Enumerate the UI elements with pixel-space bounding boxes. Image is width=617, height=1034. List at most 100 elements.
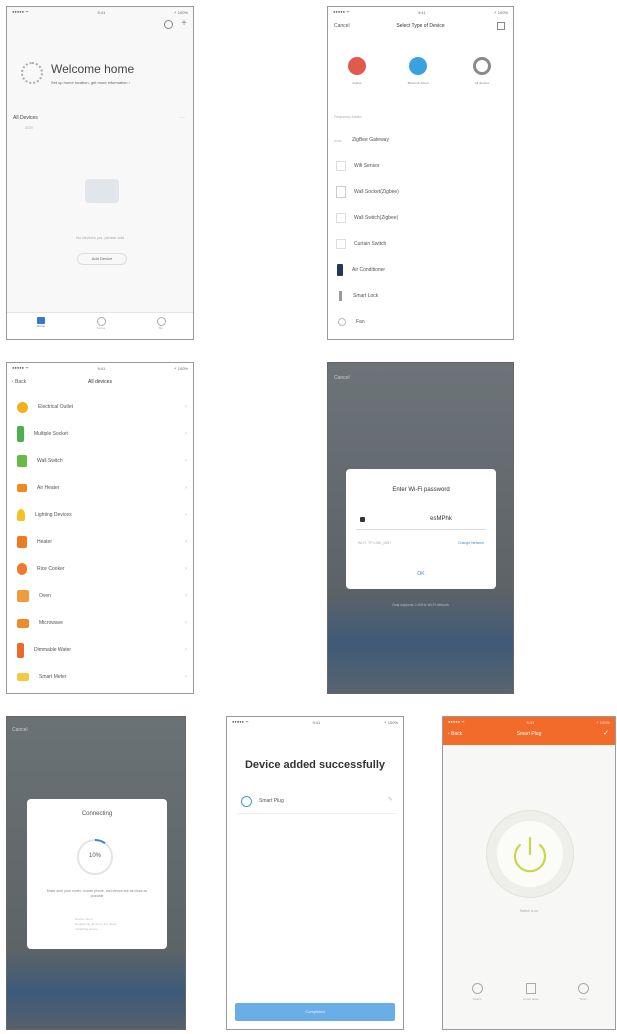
step-list: Device found Registering device to the c… (75, 917, 116, 932)
cancel-button[interactable]: Cancel (334, 375, 350, 381)
meter-icon (17, 673, 29, 681)
battery-indicator: ⚡ 100% (173, 9, 188, 15)
bottom-tab-bar: Home Scene Me (7, 312, 193, 339)
ok-button[interactable]: OK (346, 571, 496, 577)
list-item[interactable]: Smart Meter › (7, 665, 193, 689)
quick-category-zigbee[interactable]: Zigbee (342, 57, 372, 85)
fan-icon (338, 318, 346, 326)
location-link[interactable]: Set up home location, get more informati… (51, 80, 130, 85)
screen-all-devices: ●●●●● ᯤ 9:41 ⚡ 100% ‹ Back All devices E… (6, 362, 194, 694)
more-icon[interactable]: ··· (179, 115, 185, 121)
status-bar: ●●●●● ᯤ 9:41 ⚡ 100% (333, 9, 508, 15)
bottom-controls: Switch Count down Timer (443, 983, 615, 1013)
list-item[interactable]: Multiple Socket › (7, 422, 193, 446)
add-icon[interactable]: + (181, 18, 187, 29)
wifi-network-name: Wi-Fi: TP-LINK_0557 (358, 541, 392, 545)
wifi-note: Only supports 2.4GHz Wi-Fi network (392, 603, 449, 607)
bluetooth-icon (409, 57, 427, 75)
home-icon (37, 317, 45, 324)
list-item[interactable]: Heater › (7, 530, 193, 554)
empty-text: No devices yet, please add (75, 235, 125, 240)
screen-device-added: ●●●●● ᯤ 9:41 ⚡ 100% Device added success… (226, 716, 404, 1030)
list-item[interactable]: Wall Switch › (7, 449, 193, 473)
header-bar: ●●●●● ᯤ 9:41 ⚡ 100% ‹ Back Smart Plug ✓ (443, 717, 615, 745)
power-ring-outer[interactable] (487, 811, 573, 897)
quick-category-all-devices[interactable]: All devices (464, 57, 500, 85)
status-bar: ●●●●● ᯤ 9:41 ⚡ 100% (232, 719, 398, 725)
progress-text: 10% (88, 853, 101, 859)
connecting-dialog: Connecting 10% Make sure your router, mo… (27, 799, 167, 949)
device-row[interactable]: Smart Plug ✎ (237, 791, 397, 814)
device-status-icon (241, 796, 252, 807)
quick-category-bluetooth-mesh[interactable]: Bluetooth Mesh (398, 57, 438, 85)
clock-icon (577, 983, 589, 994)
tab-home[interactable]: Home (31, 317, 51, 328)
list-item[interactable]: Wifi Sensor (328, 155, 513, 177)
password-input[interactable]: esMPhk (356, 516, 486, 522)
screen-connecting: Cancel Connecting 10% Make sure your rou… (6, 716, 186, 1030)
wall-switch-icon (17, 455, 27, 467)
rice-cooker-icon (17, 563, 27, 575)
list-item[interactable]: Microwave › (7, 611, 193, 635)
list-item[interactable]: Dimmable Water › (7, 638, 193, 662)
completed-button[interactable]: Completed (235, 1003, 395, 1021)
switch-control[interactable]: Switch (465, 983, 489, 1001)
list-item[interactable]: Lighting Devices › (7, 503, 193, 527)
chevron-right-icon: › (185, 539, 187, 545)
cancel-button[interactable]: Cancel (12, 727, 28, 733)
timer-control[interactable]: Timer (571, 983, 595, 1001)
sensor-icon (336, 161, 346, 171)
list-item[interactable]: Rice Cooker › (7, 557, 193, 581)
tab-scene[interactable]: Scene (91, 317, 111, 330)
list-item[interactable]: Oven › (7, 584, 193, 608)
add-device-button[interactable]: Add Device (77, 253, 127, 265)
status-time: 9:41 (97, 9, 106, 15)
air-conditioner-icon (337, 264, 343, 276)
list-item[interactable]: ▭▭ ZigBee Gateway (328, 129, 513, 151)
chevron-right-icon: › (185, 458, 187, 464)
countdown-control[interactable]: Count down (517, 983, 545, 1001)
chevron-right-icon: › (185, 485, 187, 491)
me-icon (156, 317, 166, 326)
outlet-icon (17, 401, 28, 413)
scene-icon (96, 317, 106, 326)
settings-icon[interactable] (164, 20, 173, 29)
list-item[interactable]: Electrical Outlet › (7, 395, 193, 419)
list-item[interactable]: Smart Lock (328, 285, 513, 307)
chevron-right-icon: › (185, 404, 187, 410)
group-label: Frequently Added (334, 115, 362, 119)
sun-icon (21, 62, 43, 84)
list-item[interactable]: Air Heater › (7, 476, 193, 500)
power-strip-icon (17, 426, 24, 442)
scan-icon[interactable] (497, 22, 505, 30)
wifi-dialog: Enter Wi-Fi password esMPhk Wi-Fi: TP-LI… (346, 469, 496, 589)
chevron-right-icon: › (185, 512, 187, 518)
status-bar: ●●●●● ᯤ 9:41 ⚡ 100% (7, 7, 193, 17)
hourglass-icon (526, 983, 536, 994)
power-icon (513, 836, 547, 873)
list-item[interactable]: Wall Switch(Zigbee) (328, 207, 513, 229)
water-heater-icon (17, 642, 24, 658)
confirm-icon[interactable]: ✓ (603, 729, 609, 737)
page-title: Welcome home (51, 62, 135, 76)
page-title: Select Type of Device (396, 23, 445, 29)
screen-home: ●●●●● ᯤ 9:41 ⚡ 100% + Welcome home Set u… (6, 6, 194, 340)
light-bulb-icon (17, 509, 25, 521)
tab-me[interactable]: Me (151, 317, 171, 330)
empty-device-illustration (85, 179, 119, 203)
switch-icon (471, 983, 483, 994)
chevron-right-icon: › (185, 593, 187, 599)
status-bar: ●●●●● ᯤ 9:41 ⚡ 100% (448, 719, 610, 725)
edit-icon[interactable]: ✎ (388, 796, 393, 803)
chevron-right-icon: › (185, 431, 187, 437)
screen-smart-plug: ●●●●● ᯤ 9:41 ⚡ 100% ‹ Back Smart Plug ✓ … (442, 716, 616, 1030)
curtain-icon (336, 239, 346, 249)
section-title: All Devices (13, 115, 38, 121)
password-field[interactable]: esMPhk (356, 513, 486, 530)
list-item[interactable]: Curtain Switch (328, 233, 513, 255)
list-item[interactable]: Air Conditioner (328, 259, 513, 281)
change-network-link[interactable]: Change Network (458, 541, 484, 545)
list-item[interactable]: Wall Socket(Zigbee) (328, 181, 513, 203)
list-item[interactable]: Fan (328, 311, 513, 333)
signal-indicator: ●●●●● ᯤ (12, 9, 29, 14)
